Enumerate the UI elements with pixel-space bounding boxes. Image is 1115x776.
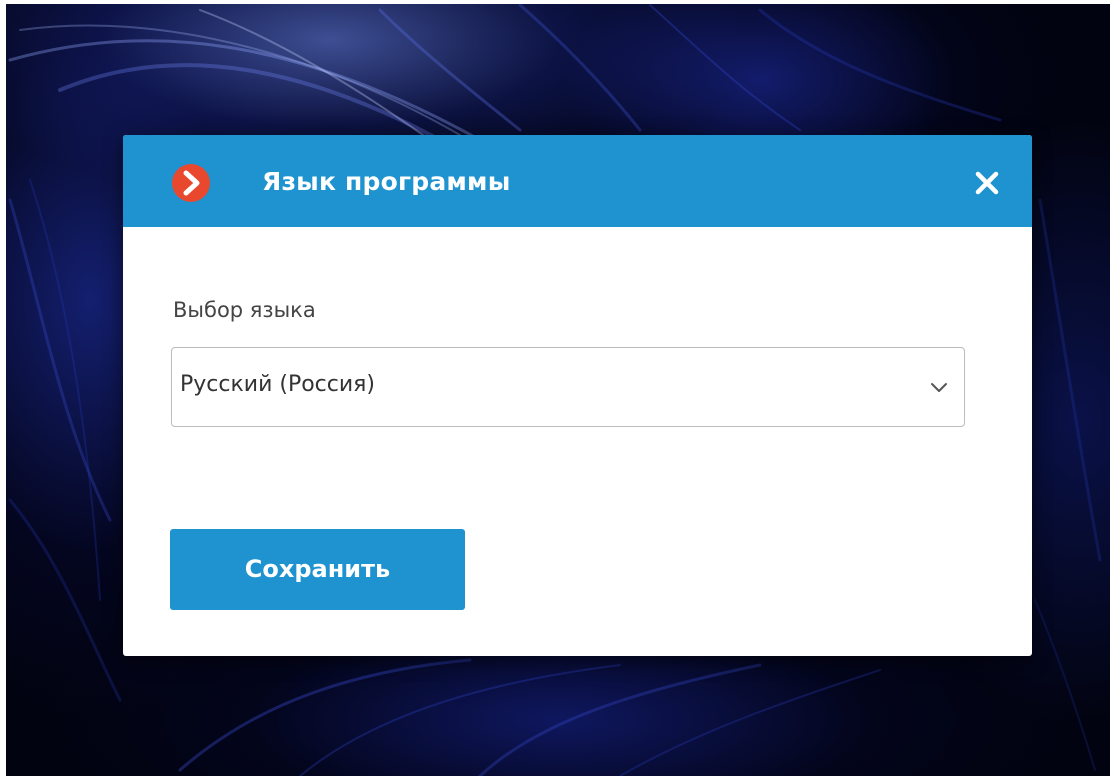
dialog-header: Язык программы xyxy=(123,135,1032,227)
chevron-down-icon xyxy=(931,383,947,392)
close-button[interactable] xyxy=(971,167,1003,199)
language-field-label: Выбор языка xyxy=(173,298,316,322)
save-button-label: Сохранить xyxy=(244,555,391,583)
frame-edge xyxy=(0,0,6,776)
language-select[interactable]: Русский (Россия) xyxy=(171,347,965,427)
frame-edge xyxy=(0,0,1115,4)
language-select-value: Русский (Россия) xyxy=(180,372,375,397)
dialog-title: Язык программы xyxy=(262,167,511,196)
app-logo-icon xyxy=(172,164,210,202)
save-button[interactable]: Сохранить xyxy=(170,529,465,610)
close-icon xyxy=(975,171,999,195)
language-dialog: Язык программы Выбор языка Русский (Росс… xyxy=(123,135,1032,656)
frame-edge xyxy=(1110,0,1115,776)
